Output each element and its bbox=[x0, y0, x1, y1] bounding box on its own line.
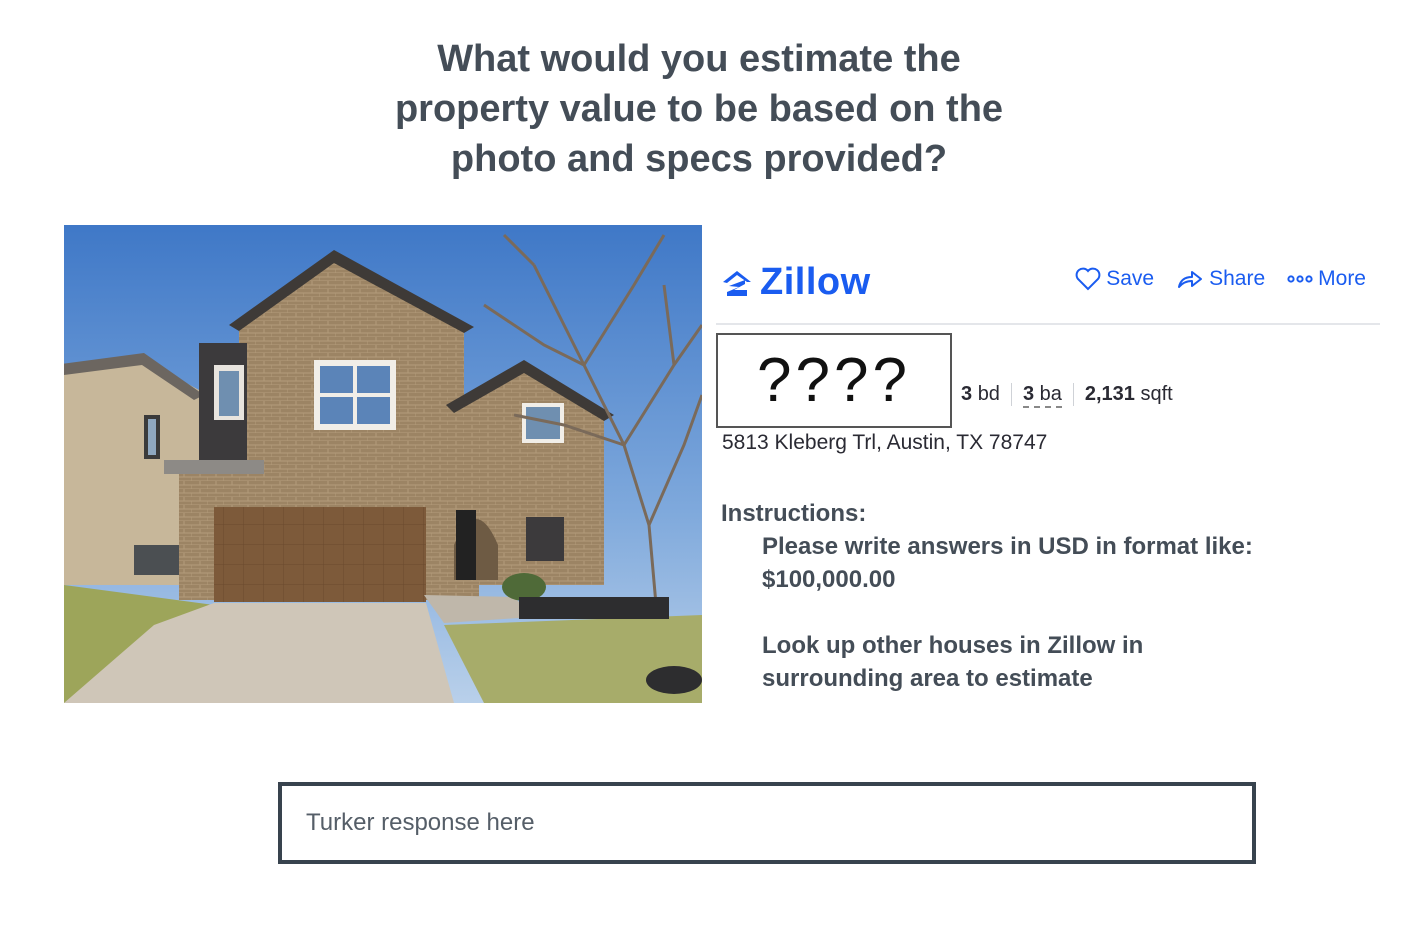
question-line-3: photo and specs provided? bbox=[450, 138, 948, 180]
house-photo bbox=[64, 225, 702, 703]
spec-sqft: 2,131 sqft bbox=[1072, 383, 1184, 406]
response-input[interactable] bbox=[278, 782, 1256, 864]
more-button[interactable]: More bbox=[1287, 267, 1366, 291]
zillow-house-icon bbox=[723, 270, 751, 296]
listing-address: 5813 Kleberg Trl, Austin, TX 78747 bbox=[722, 431, 1048, 454]
share-arrow-icon bbox=[1178, 271, 1203, 288]
instruction-line-3: Look up other houses in Zillow in bbox=[762, 632, 1144, 659]
question-line-2: property value to be based on the bbox=[394, 88, 1004, 130]
share-button[interactable]: Share bbox=[1176, 267, 1265, 291]
more-dots-icon bbox=[1287, 275, 1313, 283]
instructions-body: Please write answers in USD in format li… bbox=[762, 530, 1321, 695]
heart-icon bbox=[1075, 267, 1101, 291]
instruction-line-2: $100,000.00 bbox=[762, 566, 896, 593]
spec-beds: 3 bd bbox=[961, 383, 1000, 405]
spec-baths[interactable]: 3 ba bbox=[1010, 383, 1073, 408]
listing-specs: 3 bd 3 ba 2,131 sqft bbox=[961, 383, 1184, 408]
zillow-wordmark: Zillow bbox=[760, 261, 871, 303]
instruction-line-4: surrounding area to estimate bbox=[762, 665, 1093, 692]
more-label: More bbox=[1318, 267, 1366, 290]
instructions-label: Instructions: bbox=[721, 500, 867, 527]
instructions-block: Instructions: Please write answers in US… bbox=[721, 497, 1321, 695]
instruction-line-1: Please write answers in USD in format li… bbox=[762, 533, 1253, 560]
listing-actions: Save Share More bbox=[1075, 267, 1366, 291]
share-label: Share bbox=[1209, 267, 1266, 290]
question-title: What would you estimate the property val… bbox=[349, 34, 1049, 184]
zillow-listing-card: Zillow Save Share More ???? 3 bd 3 ba 2,… bbox=[716, 245, 1380, 475]
hidden-price: ???? bbox=[716, 333, 952, 428]
save-label: Save bbox=[1106, 267, 1155, 290]
question-line-1: What would you estimate the bbox=[437, 38, 961, 80]
zillow-logo[interactable]: Zillow bbox=[720, 261, 871, 304]
header-divider bbox=[716, 323, 1380, 325]
save-button[interactable]: Save bbox=[1075, 267, 1154, 291]
